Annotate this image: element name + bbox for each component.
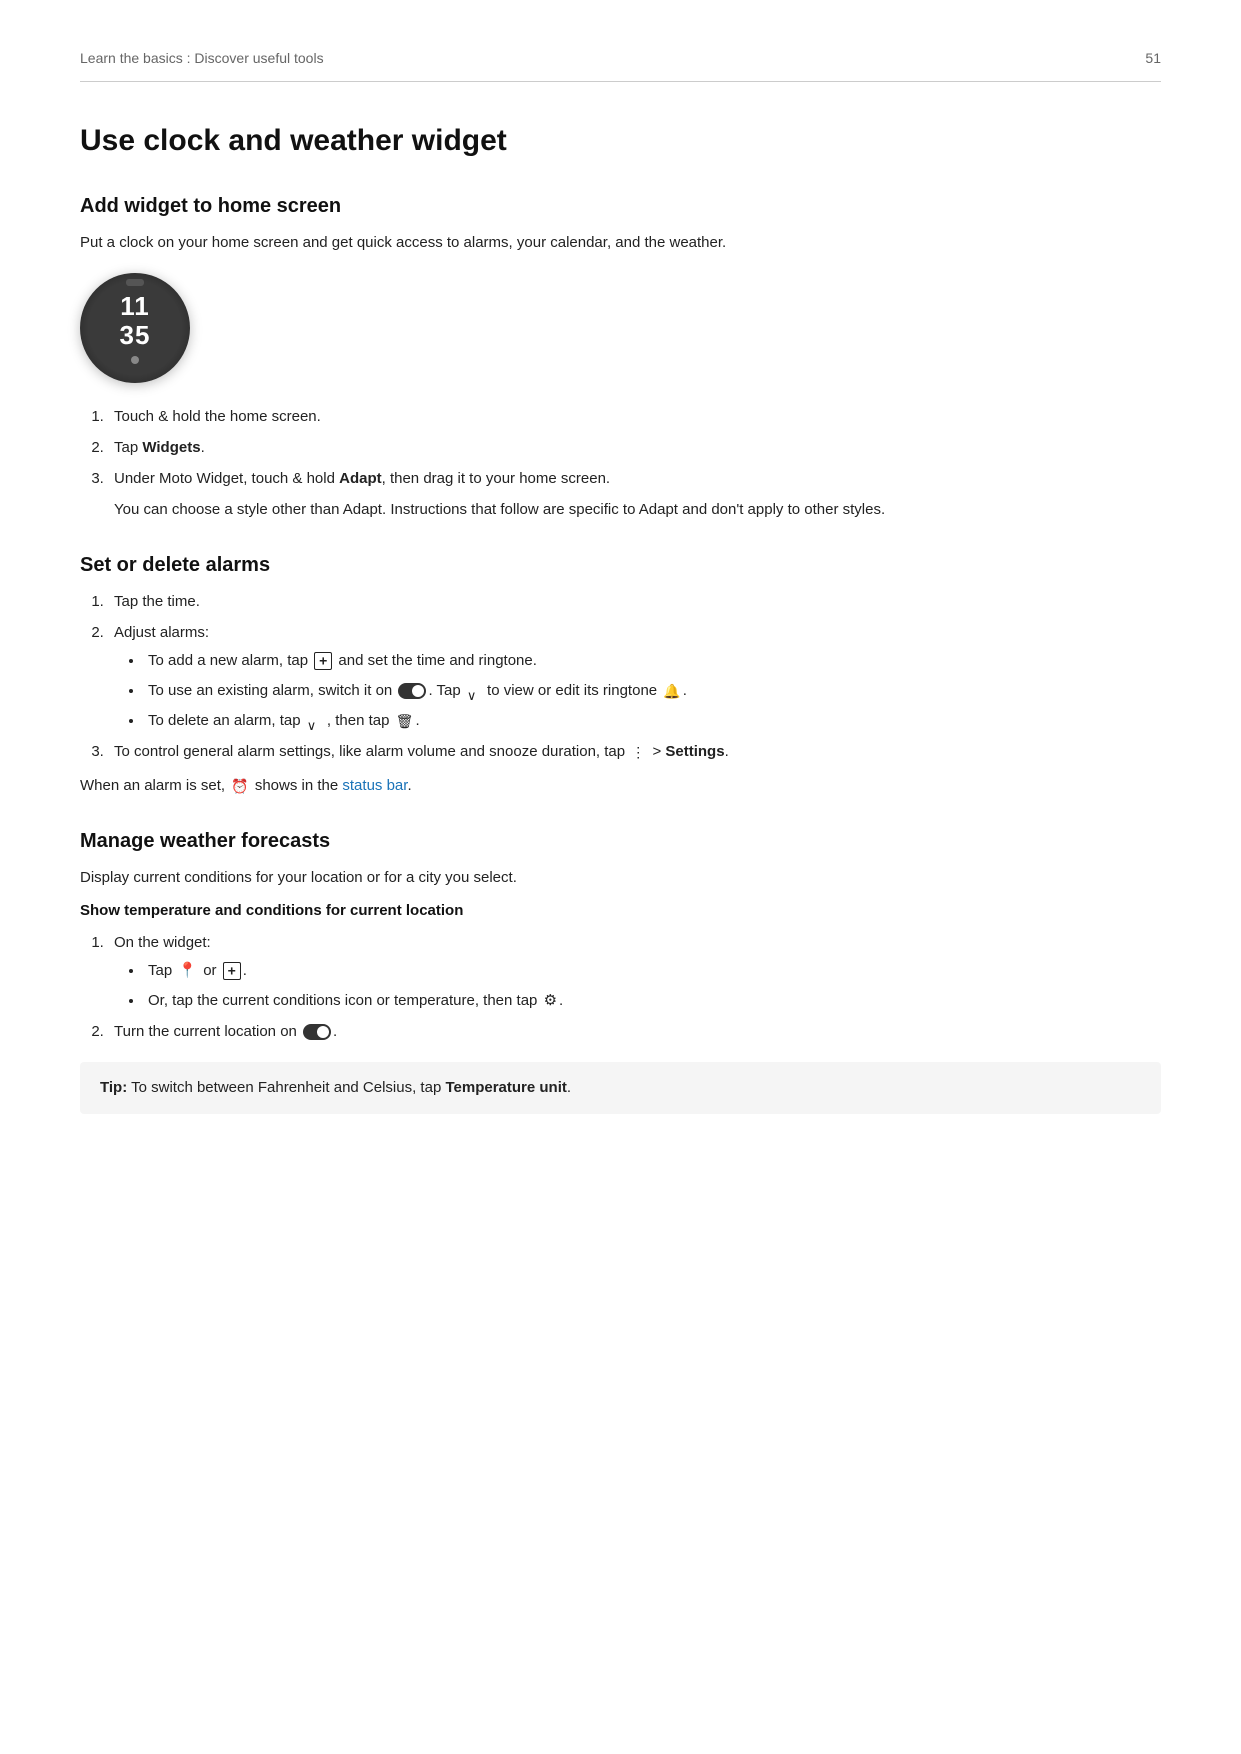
show-temp-subtitle: Show temperature and conditions for curr… [80,900,1161,923]
step-2: Tap Widgets. [108,436,1161,460]
set-delete-alarms-title: Set or delete alarms [80,550,1161,580]
add-widget-intro: Put a clock on your home screen and get … [80,231,1161,255]
location-icon: 📍 [178,959,197,983]
manage-weather-intro: Display current conditions for your loca… [80,866,1161,890]
weather-step-1: On the widget: Tap 📍 or . Or, tap the cu… [108,931,1161,1013]
clock-hour: 11 [120,292,150,321]
section-add-widget: Add widget to home screen Put a clock on… [80,191,1161,522]
alarm-step-1-text: Tap the time. [114,593,200,610]
weather-bullet-1: Tap 📍 or . [144,959,1161,983]
header-subtitle: Learn the basics : Discover useful tools [80,48,324,69]
manage-weather-title: Manage weather forecasts [80,826,1161,856]
weather-steps: On the widget: Tap 📍 or . Or, tap the cu… [80,931,1161,1044]
clock-widget-image: 11 35 [80,273,190,383]
plus-icon [314,652,332,670]
step-2-text: Tap Widgets. [114,439,205,456]
header-bar: Learn the basics : Discover useful tools… [80,48,1161,82]
toggle-on-icon-2 [303,1024,331,1040]
chevron-down-icon-2 [307,714,321,728]
tip-text: Tip: To switch between Fahrenheit and Ce… [100,1079,571,1096]
step-3: Under Moto Widget, touch & hold Adapt, t… [108,467,1161,522]
status-bar-link[interactable]: status bar [342,777,407,794]
alarm-bullet-1: To add a new alarm, tap and set the time… [144,649,1161,673]
alarm-clock-icon: ⏰ [231,775,248,797]
weather-step-1-text: On the widget: [114,934,211,951]
alarm-step-2: Adjust alarms: To add a new alarm, tap a… [108,621,1161,733]
section-set-delete-alarms: Set or delete alarms Tap the time. Adjus… [80,550,1161,798]
bell-icon: 🔔 [663,680,680,702]
alarm-bullet-3: To delete an alarm, tap , then tap 🗑. [144,709,1161,733]
plus-icon-2 [223,962,241,980]
alarm-step-2-text: Adjust alarms: [114,624,209,641]
page: Learn the basics : Discover useful tools… [0,0,1241,1754]
alarm-status-bar-text: When an alarm is set, ⏰ shows in the sta… [80,774,1161,798]
gear-icon: ⚙ [544,989,557,1013]
step-3-text: Under Moto Widget, touch & hold Adapt, t… [114,470,610,487]
add-widget-title: Add widget to home screen [80,191,1161,221]
alarms-steps: Tap the time. Adjust alarms: To add a ne… [80,590,1161,764]
weather-step-2: Turn the current location on . [108,1020,1161,1044]
step-1-text: Touch & hold the home screen. [114,408,321,425]
toggle-on-icon [398,683,426,699]
alarm-bullet-2: To use an existing alarm, switch it on .… [144,679,1161,703]
main-title: Use clock and weather widget [80,118,1161,163]
clock-notch [126,279,144,286]
clock-dot [131,356,139,364]
weather-bullets: Tap 📍 or . Or, tap the current condition… [134,959,1161,1013]
alarm-step-1: Tap the time. [108,590,1161,614]
tip-box: Tip: To switch between Fahrenheit and Ce… [80,1062,1161,1114]
page-number: 51 [1145,48,1161,69]
chevron-down-icon [467,684,481,698]
alarm-bullets: To add a new alarm, tap and set the time… [134,649,1161,733]
weather-bullet-2: Or, tap the current conditions icon or t… [144,989,1161,1013]
alarm-step-3: To control general alarm settings, like … [108,740,1161,764]
section-manage-weather: Manage weather forecasts Display current… [80,826,1161,1114]
step-3-note: You can choose a style other than Adapt.… [114,498,1161,522]
step-1: Touch & hold the home screen. [108,405,1161,429]
dots-menu-icon: ⋮ [631,741,646,763]
add-widget-steps: Touch & hold the home screen. Tap Widget… [80,405,1161,522]
clock-minute: 35 [120,321,151,350]
trash-icon: 🗑 [396,710,414,732]
